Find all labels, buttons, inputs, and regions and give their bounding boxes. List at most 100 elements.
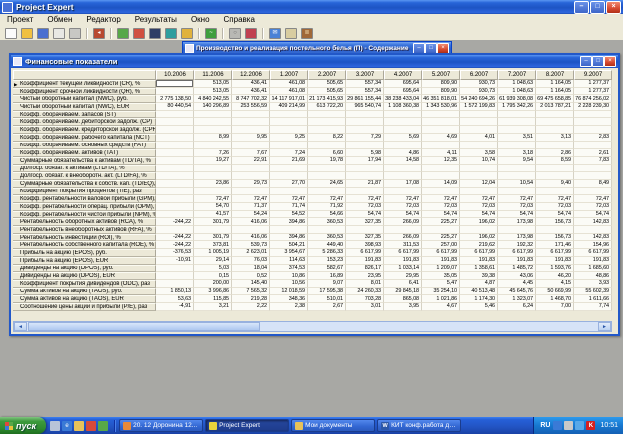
table-cell[interactable]: 266,09 (384, 234, 422, 242)
table-cell[interactable]: 1 164,05 (536, 88, 574, 96)
table-cell[interactable]: 1 277,37 (574, 88, 612, 96)
table-cell[interactable] (308, 111, 346, 119)
exit-button[interactable]: ◂ (92, 27, 106, 39)
table-cell[interactable] (422, 111, 460, 119)
table-cell[interactable]: 39,38 (460, 272, 498, 280)
table-cell[interactable]: 191,83 (460, 257, 498, 265)
table-cell[interactable]: 2 013 787,21 (536, 103, 574, 111)
table-cell[interactable] (232, 188, 270, 196)
table-cell[interactable]: 327,35 (346, 218, 384, 226)
table-cell[interactable] (346, 111, 384, 119)
table-cell[interactable] (194, 172, 232, 180)
table-cell[interactable]: 156,73 (536, 234, 574, 242)
table-cell[interactable]: 19,78 (308, 157, 346, 165)
table-cell[interactable]: 703,28 (346, 295, 384, 303)
table-cell[interactable]: 3,51 (498, 134, 536, 142)
table-cell[interactable]: 4 840 242,55 (194, 95, 232, 103)
tray-network-icon[interactable] (575, 421, 584, 430)
table-cell[interactable]: 191,83 (422, 257, 460, 265)
table-cell[interactable]: 225,27 (422, 234, 460, 242)
table-cell[interactable] (194, 111, 232, 119)
table-cell[interactable]: 416,06 (232, 218, 270, 226)
table-cell[interactable]: 5,46 (460, 303, 498, 311)
table-cell[interactable] (156, 118, 194, 126)
table-cell[interactable]: 3,18 (498, 149, 536, 157)
table-cell[interactable]: 539,73 (232, 241, 270, 249)
table-cell[interactable]: 142,83 (574, 218, 612, 226)
language-indicator[interactable]: RU (540, 422, 550, 429)
table-cell[interactable]: 6 617,99 (384, 249, 422, 257)
table-cell[interactable]: 154,96 (574, 241, 612, 249)
table-cell[interactable]: 171,46 (536, 241, 574, 249)
table-cell[interactable]: 1 174,30 (460, 295, 498, 303)
row-label[interactable]: Дивиденды на акцию (DPOS), EUR (13, 272, 156, 280)
table-cell[interactable] (498, 226, 536, 234)
table-cell[interactable] (156, 172, 194, 180)
table-cell[interactable] (460, 165, 498, 173)
table-cell[interactable]: 29,95 (384, 272, 422, 280)
table-cell[interactable]: 4,86 (384, 149, 422, 157)
table-cell[interactable]: 192,32 (498, 241, 536, 249)
table-cell[interactable]: 327,35 (346, 234, 384, 242)
table-cell[interactable] (422, 126, 460, 134)
table-cell[interactable]: 8 747 702,32 (232, 95, 270, 103)
table-cell[interactable] (422, 165, 460, 173)
table-cell[interactable]: 40 513,48 (460, 288, 498, 296)
table-cell[interactable]: 373,81 (194, 241, 232, 249)
table-cell[interactable]: 35 254,10 (422, 288, 460, 296)
table-cell[interactable]: 72,47 (384, 195, 422, 203)
menu-item-2[interactable]: Обмен (40, 14, 79, 26)
table-cell[interactable]: 9,95 (232, 134, 270, 142)
table-cell[interactable]: 7,67 (232, 149, 270, 157)
table-cell[interactable]: 72,03 (346, 203, 384, 211)
table-cell[interactable]: 461,08 (270, 80, 308, 88)
table-cell[interactable]: 200,00 (194, 280, 232, 288)
table-cell[interactable]: 45 645,76 (498, 288, 536, 296)
table-cell[interactable]: 3 996,86 (194, 288, 232, 296)
menu-item-4[interactable]: Результаты (128, 14, 184, 26)
table-cell[interactable]: 7,29 (346, 134, 384, 142)
table-cell[interactable]: 1 593,76 (536, 265, 574, 273)
table-cell[interactable]: 9,07 (308, 280, 346, 288)
table-cell[interactable]: 2 623,01 (232, 249, 270, 257)
table-cell[interactable]: 0,52 (232, 272, 270, 280)
table-cell[interactable]: 48,86 (574, 272, 612, 280)
table-cell[interactable]: 6 617,99 (422, 249, 460, 257)
row-label[interactable]: Рентабельность инвестиций (ROI), % (13, 234, 156, 242)
table-cell[interactable]: 557,34 (346, 88, 384, 96)
table-cell[interactable]: 196,02 (460, 234, 498, 242)
menu-item-3[interactable]: Редактор (79, 14, 127, 26)
table-cell[interactable] (346, 118, 384, 126)
table-cell[interactable]: 348,36 (270, 295, 308, 303)
table-cell[interactable]: 360,53 (308, 234, 346, 242)
table-cell[interactable] (384, 226, 422, 234)
table-cell[interactable]: 5,47 (422, 280, 460, 288)
table-cell[interactable]: 2,67 (308, 303, 346, 311)
table-cell[interactable]: 10,56 (270, 280, 308, 288)
table-cell[interactable]: 16,89 (308, 272, 346, 280)
table-cell[interactable]: 54,74 (498, 211, 536, 219)
table-cell[interactable]: 72,03 (536, 203, 574, 211)
table-cell[interactable]: 6 617,99 (574, 249, 612, 257)
table-cell[interactable]: 1 795 342,26 (498, 103, 536, 111)
row-label[interactable]: Соотношение цены акции и прибыли (P/E), … (13, 303, 156, 311)
row-label[interactable]: Прибыль на акцию (EPOS), EUR (13, 257, 156, 265)
row-label[interactable]: Долгоср. обязат. к активам (LTD/TA), % (13, 165, 156, 173)
recalc-button[interactable]: ○ (228, 27, 242, 39)
table-cell[interactable]: 510,01 (308, 295, 346, 303)
taskbar-clock[interactable]: 10:51 (600, 422, 618, 429)
table-cell[interactable]: 311,53 (384, 241, 422, 249)
table-cell[interactable]: 1 572 199,83 (460, 103, 498, 111)
table-cell[interactable]: 2,83 (574, 134, 612, 142)
table-cell[interactable]: 3,01 (346, 303, 384, 311)
main-title-bar[interactable]: Project Expert – □ × (0, 0, 623, 14)
table-cell[interactable]: 191,83 (574, 257, 612, 265)
table-cell[interactable]: 6,60 (308, 149, 346, 157)
bg-close-button[interactable]: × (437, 43, 449, 54)
table-cell[interactable]: 360,53 (308, 218, 346, 226)
table-cell[interactable] (156, 211, 194, 219)
table-cell[interactable]: 17 595,38 (308, 288, 346, 296)
table-cell[interactable] (460, 188, 498, 196)
table-cell[interactable]: 29 861 155,44 (346, 95, 384, 103)
row-label[interactable]: Прибыль на акцию (EPOS), руб. (13, 249, 156, 257)
